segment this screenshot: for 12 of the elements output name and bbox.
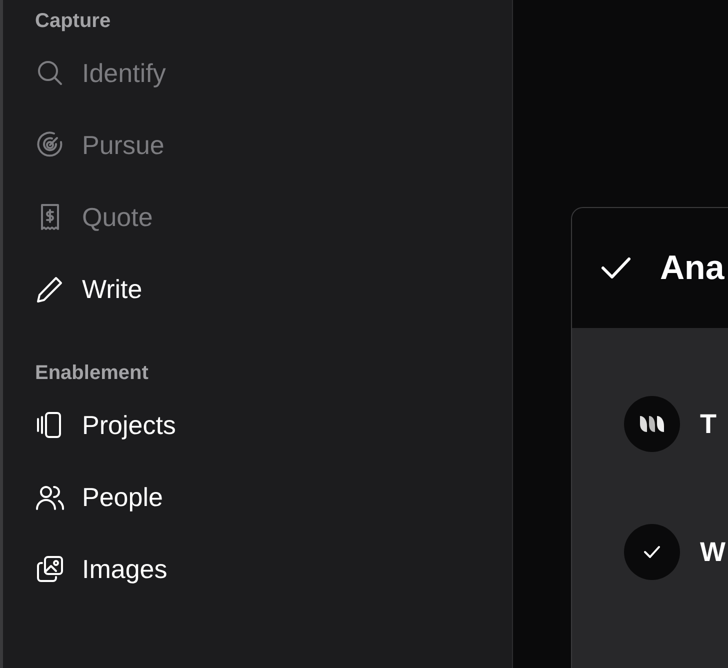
sidebar-item[interactable]: Write bbox=[35, 272, 142, 306]
row-text: T bbox=[700, 408, 716, 440]
section-title: Capture bbox=[35, 9, 111, 34]
section-title: Enablement bbox=[35, 361, 148, 386]
pencil-icon bbox=[35, 274, 65, 304]
sidebar-item[interactable]: Projects bbox=[35, 408, 176, 442]
row-text: W bbox=[700, 536, 726, 568]
card-title: Ana bbox=[660, 248, 724, 288]
images-icon bbox=[35, 554, 65, 584]
sidebar-item[interactable]: People bbox=[35, 480, 163, 514]
search-icon bbox=[35, 58, 65, 88]
sidebar-item[interactable]: Images bbox=[35, 552, 168, 586]
